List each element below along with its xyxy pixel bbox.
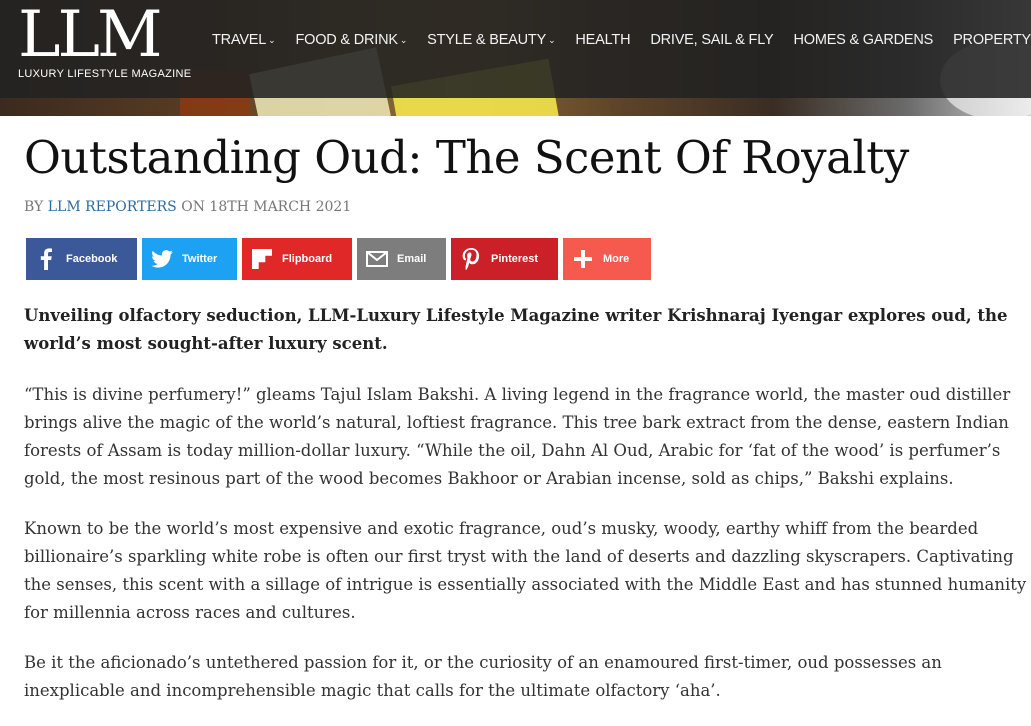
nav-item-label: TRAVEL [212, 32, 267, 48]
publish-date: 18TH MARCH 2021 [209, 199, 352, 215]
nav-item-label: HEALTH [575, 32, 631, 48]
article-paragraph: “This is divine perfumery!” gleams Tajul… [24, 385, 1011, 488]
share-label: Pinterest [491, 253, 539, 265]
logo-mark: LLM [18, 0, 163, 72]
byline-prefix: BY [24, 199, 44, 215]
nav-item-label: STYLE & BEAUTY [427, 32, 547, 48]
share-label: More [603, 253, 630, 265]
twitter-icon [142, 250, 182, 268]
share-facebook-button[interactable]: Facebook [26, 238, 137, 280]
author-link[interactable]: LLM REPORTERS [48, 199, 177, 215]
share-email-button[interactable]: Email [357, 238, 446, 280]
share-label: Flipboard [282, 253, 333, 265]
share-more-button[interactable]: More [563, 238, 651, 280]
nav-item-label: FOOD & DRINK [295, 32, 398, 48]
chevron-down-icon: ⌄ [268, 34, 276, 45]
nav-item-property[interactable]: PROPERTY [953, 30, 1031, 50]
chevron-down-icon: ⌄ [399, 34, 408, 45]
share-twitter-button[interactable]: Twitter [142, 238, 237, 280]
flipboard-icon [242, 249, 282, 269]
chevron-down-icon: ⌄ [548, 34, 556, 45]
share-label: Facebook [66, 253, 118, 265]
main-nav: TRAVEL ⌄ FOOD & DRINK ⌄ STYLE & BEAUTY ⌄ HE… [212, 30, 1031, 50]
article-title: Outstanding Oud: The Scent Of Royalty [24, 131, 909, 184]
nav-item-food-drink[interactable]: FOOD & DRINK ⌄ [295, 30, 407, 50]
plus-icon [563, 250, 603, 268]
share-bar: Facebook Twitter Flipboard Email Pintere… [26, 238, 651, 280]
share-label: Email [397, 253, 427, 265]
nav-item-label: HOMES & GARDENS [793, 32, 934, 48]
article-lead: Unveiling olfactory seduction, LLM-Luxur… [24, 306, 1008, 353]
facebook-icon [26, 248, 66, 270]
nav-item-label: PROPERTY [953, 32, 1031, 48]
email-icon [357, 251, 397, 267]
share-flipboard-button[interactable]: Flipboard [242, 238, 352, 280]
article-paragraph: Known to be the world’s most expensive a… [24, 519, 1027, 622]
site-logo[interactable]: LLM LUXURY LIFESTYLE MAGAZINE [18, 0, 192, 88]
nav-item-travel[interactable]: TRAVEL ⌄ [212, 30, 276, 50]
share-label: Twitter [182, 253, 218, 265]
logo-tagline: LUXURY LIFESTYLE MAGAZINE [18, 68, 192, 80]
site-header: LLM LUXURY LIFESTYLE MAGAZINE TRAVEL ⌄ FO… [0, 0, 1031, 98]
article-paragraph: Be it the aficionado’s untethered passio… [24, 653, 942, 700]
nav-item-style-beauty[interactable]: STYLE & BEAUTY ⌄ [427, 30, 555, 50]
share-pinterest-button[interactable]: Pinterest [451, 238, 558, 280]
nav-item-drive-sail-fly[interactable]: DRIVE, SAIL & FLY [650, 30, 773, 50]
nav-item-label: DRIVE, SAIL & FLY [650, 32, 774, 48]
nav-item-homes-gardens[interactable]: HOMES & GARDENS [793, 30, 933, 50]
pinterest-icon [451, 248, 491, 270]
article-byline: BY LLM REPORTERS ON 18TH MARCH 2021 [24, 199, 351, 215]
nav-item-health[interactable]: HEALTH [575, 30, 630, 50]
byline-on: ON [181, 199, 205, 215]
